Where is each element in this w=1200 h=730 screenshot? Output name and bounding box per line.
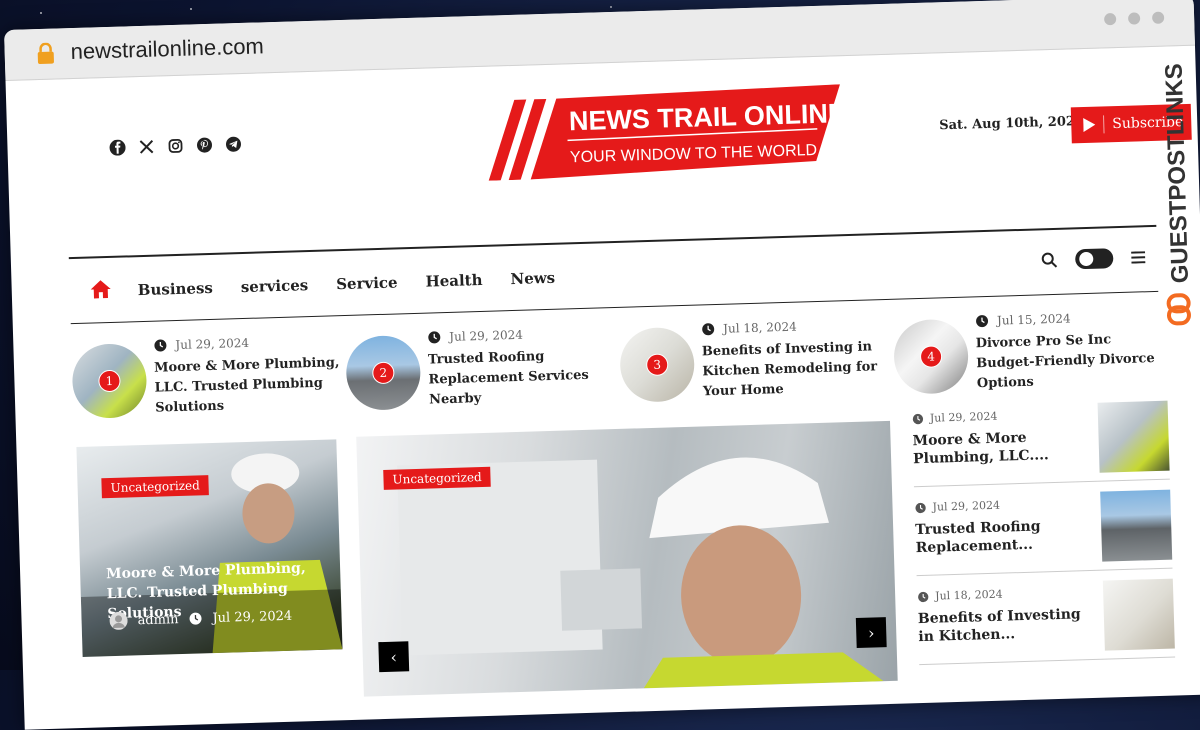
- clock-icon: [915, 502, 926, 513]
- post-date: Jul 29, 2024: [175, 335, 250, 353]
- chevron-left-icon: ‹: [390, 647, 398, 667]
- search-icon[interactable]: [1041, 252, 1058, 268]
- clock-icon: [918, 591, 929, 602]
- post-date: Jul 18, 2024: [722, 319, 797, 336]
- post-title[interactable]: Trusted Roofing Replacement Services Nea…: [428, 345, 620, 411]
- browser-window: newstrailonline.com NEWS TRAIL ONLINE YO…: [4, 0, 1200, 730]
- post-meta: Jul 29, 2024: [914, 499, 1000, 515]
- nav-item-service[interactable]: Service: [336, 273, 398, 293]
- watermark-text: GUESTPOSTLINKS: [1161, 63, 1195, 284]
- clock-icon: [912, 413, 924, 424]
- clock-icon: [154, 339, 167, 352]
- divider: [1103, 115, 1105, 134]
- sidebar-post[interactable]: Jul 18, 2024 Benefits of Investing in Ki…: [916, 568, 1176, 666]
- post-title[interactable]: Trusted Roofing Replacement...: [915, 516, 1084, 557]
- site-logo[interactable]: NEWS TRAIL ONLINE YOUR WINDOW TO THE WOR…: [476, 84, 846, 181]
- category-badge[interactable]: Uncategorized: [101, 475, 210, 499]
- chevron-right-icon: ›: [867, 622, 875, 643]
- post-title[interactable]: Moore & More Plumbing, LLC. Trusted Plum…: [154, 353, 346, 419]
- home-icon[interactable]: [89, 278, 112, 301]
- pinterest-icon[interactable]: [196, 137, 213, 153]
- category-badge[interactable]: Uncategorized: [383, 466, 491, 490]
- post-title[interactable]: Moore & More Plumbing, LLC....: [912, 427, 1081, 468]
- facebook-icon[interactable]: [109, 139, 126, 156]
- social-links: [109, 136, 241, 156]
- clock-icon: [702, 323, 715, 336]
- post-meta: Jul 18, 2024: [701, 320, 797, 337]
- nav-menu: Business services Service Health News: [138, 269, 556, 299]
- post-date: Jul 29, 2024: [449, 327, 524, 344]
- nav-item-services[interactable]: services: [241, 276, 309, 296]
- post-meta: Jul 29, 2024: [427, 328, 523, 345]
- post-date: Jul 15, 2024: [996, 311, 1071, 328]
- post-meta: Jul 15, 2024: [975, 311, 1071, 328]
- author-name[interactable]: admin: [137, 612, 178, 628]
- slider-prev-button[interactable]: ‹: [378, 641, 410, 673]
- nav-item-business[interactable]: Business: [138, 279, 214, 299]
- window-controls: [1103, 11, 1165, 26]
- clock-icon: [428, 331, 441, 344]
- post-date: Jul 18, 2024: [935, 587, 1003, 603]
- trending-item[interactable]: 1 Jul 29, 2024 Moore & More Plumbing, LL…: [71, 327, 348, 425]
- sidebar-posts: Jul 29, 2024 Moore & More Plumbing, LLC.…: [911, 390, 1176, 666]
- main-slider[interactable]: Uncategorized ‹ ›: [356, 420, 898, 697]
- play-icon: [1083, 118, 1096, 133]
- featured-card[interactable]: Uncategorized Moore & More Plumbing, LLC…: [76, 439, 343, 657]
- nav-item-news[interactable]: News: [510, 269, 555, 288]
- post-title[interactable]: Benefits of Investing in Kitchen Remodel…: [702, 337, 894, 403]
- slider-next-button[interactable]: ›: [855, 617, 887, 648]
- post-thumbnail: [1102, 578, 1175, 651]
- clock-icon: [976, 315, 989, 328]
- trending-item[interactable]: 4 Jul 15, 2024 Divorce Pro Se Inc Budget…: [893, 303, 1170, 401]
- post-meta: Jul 29, 2024: [912, 410, 998, 426]
- lock-icon: [37, 42, 54, 64]
- hamburger-menu-icon[interactable]: [1131, 251, 1146, 264]
- post-thumbnail: [1097, 400, 1170, 473]
- trending-item[interactable]: 3 Jul 18, 2024 Benefits of Investing in …: [619, 311, 896, 409]
- post-title[interactable]: Benefits of Investing in Kitchen...: [918, 605, 1087, 646]
- sidebar-post[interactable]: Jul 29, 2024 Trusted Roofing Replacement…: [913, 479, 1173, 577]
- post-date: Jul 29, 2024: [212, 608, 293, 626]
- sidebar-post[interactable]: Jul 29, 2024 Moore & More Plumbing, LLC.…: [911, 390, 1170, 488]
- clock-icon: [189, 612, 202, 625]
- window-dot[interactable]: [1151, 11, 1165, 24]
- url-text[interactable]: newstrailonline.com: [70, 33, 264, 65]
- instagram-icon[interactable]: [167, 138, 183, 154]
- avatar-icon: [109, 611, 128, 630]
- telegram-icon[interactable]: [225, 136, 241, 152]
- post-thumbnail: [96, 722, 354, 730]
- post-title[interactable]: Divorce Pro Se Inc Budget-Friendly Divor…: [975, 329, 1167, 395]
- post-date: Jul 29, 2024: [929, 409, 998, 425]
- nav-item-health[interactable]: Health: [425, 271, 482, 291]
- worker-illustration: [397, 457, 884, 689]
- post-meta: Jul 18, 2024: [917, 588, 1003, 604]
- current-date: Sat. Aug 10th, 2024: [939, 114, 1085, 134]
- post-date: Jul 29, 2024: [932, 498, 1001, 514]
- nav-tools: [1041, 247, 1146, 270]
- sun-icon: [1079, 251, 1094, 267]
- post-meta: Jul 29, 2024: [153, 336, 249, 353]
- trending-item[interactable]: 2 Jul 29, 2024 Trusted Roofing Replaceme…: [345, 319, 622, 417]
- x-icon[interactable]: [138, 139, 154, 155]
- window-dot[interactable]: [1127, 12, 1141, 25]
- window-dot[interactable]: [1103, 13, 1117, 26]
- post-thumbnail: [1100, 489, 1173, 562]
- dark-mode-toggle[interactable]: [1074, 248, 1114, 270]
- link-icon: [1166, 293, 1191, 326]
